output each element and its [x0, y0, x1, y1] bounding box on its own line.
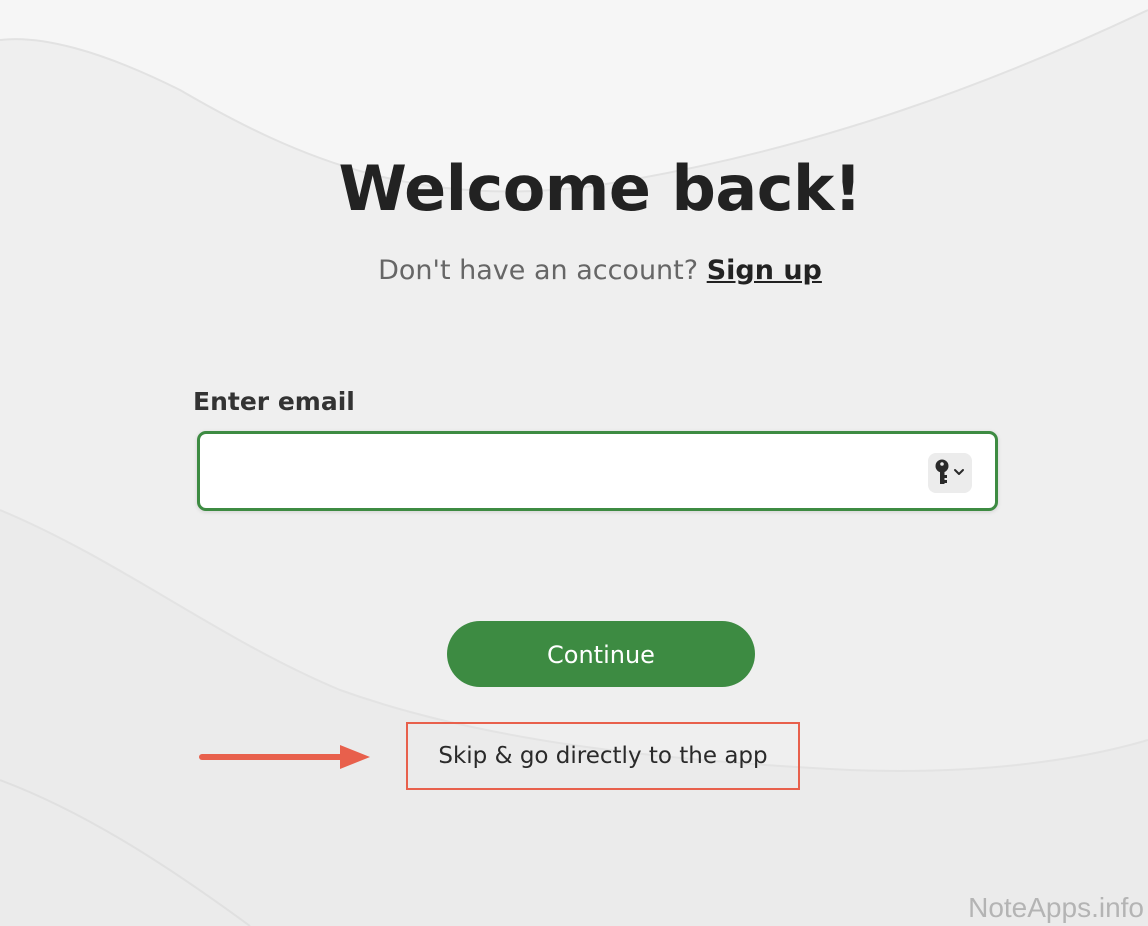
email-field[interactable] [197, 431, 998, 511]
watermark: NoteApps.info [968, 892, 1144, 923]
signup-prompt-text: Don't have an account? [378, 255, 699, 286]
signup-prompt: Don't have an account? Sign up [0, 255, 1148, 286]
email-label: Enter email [193, 387, 355, 416]
signup-link[interactable]: Sign up [707, 255, 822, 286]
continue-button[interactable]: Continue [447, 621, 755, 687]
login-page: Welcome back! Don't have an account? Sig… [0, 0, 1148, 926]
email-input[interactable] [212, 444, 916, 500]
page-title: Welcome back! [338, 152, 862, 225]
chevron-down-icon [954, 469, 964, 475]
arrow-annotation-icon [199, 745, 370, 769]
skip-link[interactable]: Skip & go directly to the app [408, 724, 798, 788]
key-icon [935, 459, 964, 484]
skip-highlight-box: Skip & go directly to the app [406, 722, 800, 790]
password-manager-button[interactable] [928, 453, 972, 493]
